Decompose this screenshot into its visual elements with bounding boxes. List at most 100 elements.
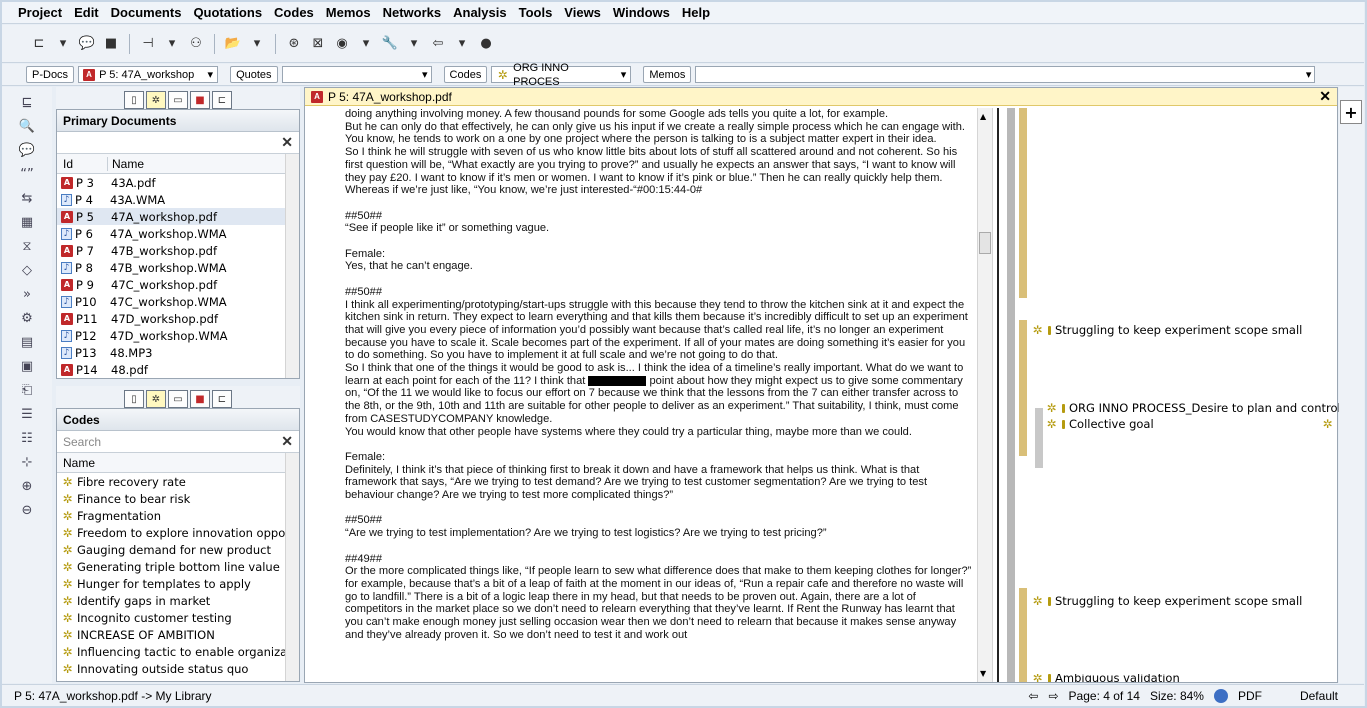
menu-quotations[interactable]: Quotations xyxy=(193,5,262,20)
close-icon[interactable]: ✕ xyxy=(1319,88,1331,105)
code-row[interactable]: ✲ Generating triple bottom line value xyxy=(57,558,299,575)
wrench-icon[interactable]: 🔧 xyxy=(381,35,399,53)
column-name[interactable]: Name xyxy=(107,156,144,171)
code-row[interactable]: ✲ Fragmentation xyxy=(57,507,299,524)
quotes-button[interactable]: Quotes xyxy=(230,66,278,83)
close-icon[interactable]: ✕ xyxy=(281,433,293,450)
document-row[interactable]: A P11 47D_workshop.pdf xyxy=(57,310,299,327)
menu-tools[interactable]: Tools xyxy=(519,5,553,20)
code-row[interactable]: ✲ Influencing tactic to enable organiza..… xyxy=(57,643,299,660)
code-bracket-bar[interactable] xyxy=(1019,320,1027,410)
document-row[interactable]: ♪ P13 48.MP3 xyxy=(57,344,299,361)
codes-search[interactable]: Search ✕ xyxy=(57,431,299,453)
tab-codes[interactable]: ✲ xyxy=(146,390,166,408)
menu-memos[interactable]: Memos xyxy=(326,5,371,20)
document-row[interactable]: A P14 48.pdf xyxy=(57,361,299,378)
save-icon[interactable]: ■ xyxy=(102,35,120,53)
xml-icon[interactable]: ◉ xyxy=(333,35,351,53)
codes-button[interactable]: Codes xyxy=(443,66,488,83)
menu-views[interactable]: Views xyxy=(564,5,601,20)
document-row[interactable]: ♪ P12 47D_workshop.WMA xyxy=(57,327,299,344)
document-row[interactable]: AP 3 43A.pdf xyxy=(57,174,299,191)
dropdown-arrow-icon[interactable]: ▾ xyxy=(54,35,72,53)
code-row[interactable]: ✲ INCREASE OF AMBITION xyxy=(57,626,299,643)
document-row[interactable]: ♪ P 8 47B_workshop.WMA xyxy=(57,259,299,276)
column-id[interactable]: Id xyxy=(57,157,107,171)
menu-windows[interactable]: Windows xyxy=(613,5,670,20)
document-icon[interactable]: ⎗ xyxy=(18,381,36,399)
new-network-icon[interactable]: ⊏ xyxy=(30,35,48,53)
tab-families[interactable]: ▭ xyxy=(168,91,188,109)
list-alt-icon[interactable]: ☷ xyxy=(18,429,36,447)
document-row[interactable]: ♪ P 6 47A_workshop.WMA xyxy=(57,225,299,242)
tab-memos[interactable]: ■ xyxy=(190,390,210,408)
tab-documents[interactable]: ▯ xyxy=(124,91,144,109)
margin-code-label[interactable]: ✲ Struggling to keep experiment scope sm… xyxy=(1031,323,1302,337)
scroll-down-icon[interactable]: ▼ xyxy=(980,669,986,678)
code-row[interactable]: ✲ Freedom to explore innovation oppo... xyxy=(57,524,299,541)
memos-dropdown[interactable]: ▾ xyxy=(695,66,1316,83)
codes-scrollbar[interactable] xyxy=(285,453,299,681)
code-settings-icon[interactable]: ⚙ xyxy=(18,309,36,327)
pdocs-button[interactable]: P-Docs xyxy=(26,66,75,83)
quote-icon[interactable]: “” xyxy=(18,165,36,183)
search-icon[interactable]: 🔍 xyxy=(18,117,36,135)
dropdown-arrow-icon[interactable]: ▾ xyxy=(453,35,471,53)
comment-icon[interactable]: 💬 xyxy=(18,141,36,159)
code-row[interactable]: ✲ Identify gaps in market xyxy=(57,592,299,609)
code-arrow-icon[interactable]: » xyxy=(18,285,36,303)
zoom-out-icon[interactable]: ⊖ xyxy=(18,501,36,519)
tab-documents[interactable]: ▯ xyxy=(124,390,144,408)
globe-icon[interactable] xyxy=(1213,688,1228,703)
margin-code-label[interactable]: ✲ Struggling to keep experiment scope sm… xyxy=(1031,594,1302,608)
dropdown-arrow-icon[interactable]: ▾ xyxy=(248,35,266,53)
code-grid-icon[interactable]: ▦ xyxy=(18,213,36,231)
code-bracket-bar[interactable] xyxy=(1019,588,1027,682)
margin-code-label[interactable]: ✲ ORG INNO PROCESS_Desire to plan and co… xyxy=(1045,401,1340,415)
menu-networks[interactable]: Networks xyxy=(383,5,442,20)
menu-analysis[interactable]: Analysis xyxy=(453,5,506,20)
zoom-in-icon[interactable]: ⊕ xyxy=(18,477,36,495)
close-icon[interactable]: ✕ xyxy=(281,134,293,151)
dropdown-arrow-icon[interactable]: ▾ xyxy=(357,35,375,53)
tab-codes[interactable]: ✲ xyxy=(146,91,166,109)
quote-link-icon[interactable]: ⇆ xyxy=(18,189,36,207)
list-icon[interactable]: ☰ xyxy=(18,405,36,423)
menu-project[interactable]: Project xyxy=(18,5,62,20)
code-icon[interactable]: ✲ xyxy=(1321,418,1334,430)
margin-code-label[interactable]: ✲ Ambiguous validation xyxy=(1031,674,1180,682)
scroll-thumb[interactable] xyxy=(979,232,991,254)
quotes-dropdown[interactable]: ▾ xyxy=(281,66,432,83)
zoom-indicator[interactable]: Size: 84% xyxy=(1150,689,1204,703)
column-name[interactable]: Name xyxy=(57,456,95,470)
documents-search[interactable]: ✕ xyxy=(57,132,299,154)
document-row[interactable]: AP 7 47B_workshop.pdf xyxy=(57,242,299,259)
dropdown-arrow-icon[interactable]: ▾ xyxy=(405,35,423,53)
tab-memos[interactable]: ■ xyxy=(190,91,210,109)
code-row[interactable]: ✲ Hunger for templates to apply xyxy=(57,575,299,592)
code-list-icon[interactable]: ◇ xyxy=(18,261,36,279)
pdoc-dropdown[interactable]: A P 5: 47A_workshop ▾ xyxy=(78,66,219,83)
code-filter-icon[interactable]: ⧖ xyxy=(18,237,36,255)
document-text[interactable]: doing anything involving money. A few th… xyxy=(345,108,977,682)
code-bracket-bar[interactable] xyxy=(1035,408,1043,468)
dropdown-arrow-icon[interactable]: ▾ xyxy=(163,35,181,53)
code-dropdown[interactable]: ✲ ORG INNO PROCES ▾ xyxy=(491,62,632,88)
document-row[interactable]: ♪ P 4 43A.WMA xyxy=(57,191,299,208)
code-row[interactable]: ✲ Gauging demand for new product xyxy=(57,541,299,558)
bomb-icon[interactable]: ● xyxy=(477,35,495,53)
open-folder-icon[interactable]: 📂 xyxy=(224,35,242,53)
margin-code-label[interactable]: ✲ Collective goal xyxy=(1045,417,1153,431)
search-doc-icon[interactable]: ⊠ xyxy=(309,35,327,53)
numbers-icon[interactable]: ▣ xyxy=(18,357,36,375)
add-pane-button[interactable]: + xyxy=(1340,100,1362,124)
query-icon[interactable]: ⊛ xyxy=(285,35,303,53)
memos-button[interactable]: Memos xyxy=(643,66,692,83)
document-row[interactable]: AP 5 47A_workshop.pdf xyxy=(57,208,299,225)
menu-codes[interactable]: Codes xyxy=(274,5,314,20)
menu-documents[interactable]: Documents xyxy=(111,5,182,20)
tab-families[interactable]: ▭ xyxy=(168,390,188,408)
tab-networks[interactable]: ⊏ xyxy=(212,390,232,408)
code-bracket-bar[interactable] xyxy=(1019,108,1027,298)
next-page-icon[interactable]: ⇨ xyxy=(1048,689,1058,703)
